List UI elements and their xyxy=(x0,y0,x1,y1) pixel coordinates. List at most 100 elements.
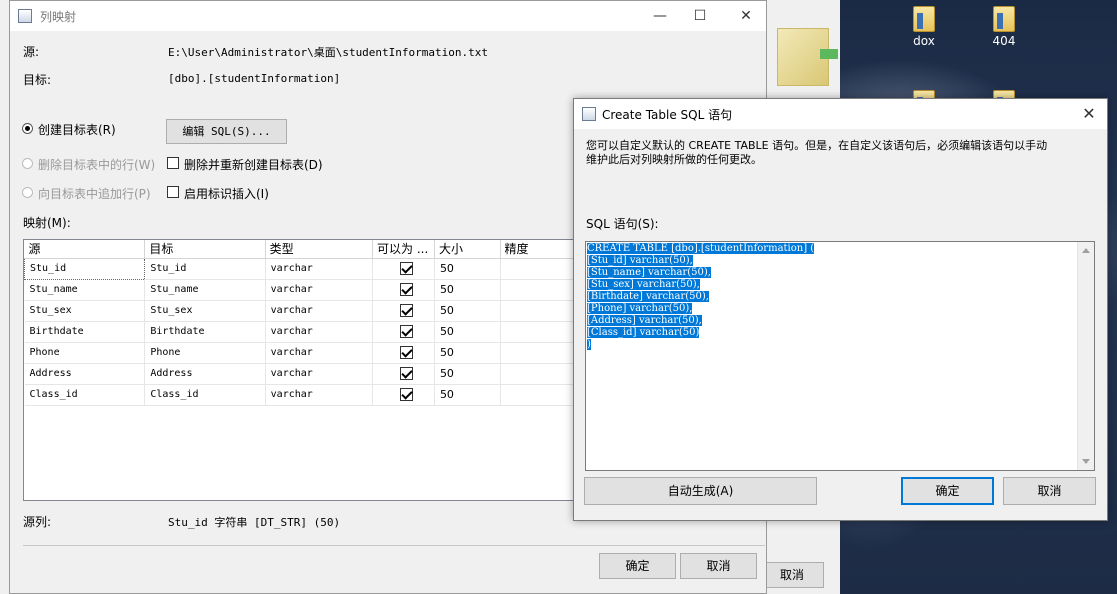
cell-source[interactable]: Birthdate xyxy=(24,321,146,343)
cell-size[interactable]: 50 xyxy=(434,300,501,322)
minimize-icon[interactable]: — xyxy=(638,1,682,31)
cell-precision[interactable] xyxy=(500,258,582,280)
table-row[interactable]: Stu_name Stu_name varchar 50 xyxy=(24,279,582,301)
column-header-type[interactable]: 类型 xyxy=(265,240,374,259)
radio-delete-rows[interactable] xyxy=(22,158,33,169)
scroll-up-icon[interactable] xyxy=(1082,248,1090,253)
cell-type[interactable]: varchar xyxy=(265,300,374,322)
nullable-checkbox[interactable] xyxy=(400,283,413,296)
cell-nullable[interactable] xyxy=(372,321,435,343)
cell-precision[interactable] xyxy=(500,363,582,385)
title-bar: Create Table SQL 语句 ✕ xyxy=(574,99,1107,129)
column-header-target[interactable]: 目标 xyxy=(144,240,266,259)
cell-size[interactable]: 50 xyxy=(434,363,501,385)
sql-text: CREATE TABLE [dbo].[studentInformation] … xyxy=(587,243,815,351)
folder-icon xyxy=(913,6,935,32)
cell-size[interactable]: 50 xyxy=(434,342,501,364)
cell-precision[interactable] xyxy=(500,279,582,301)
cell-target[interactable]: Address xyxy=(144,363,266,385)
ok-button[interactable]: 确定 xyxy=(599,553,676,579)
vertical-scrollbar[interactable] xyxy=(1077,242,1094,470)
cell-target[interactable]: Phone xyxy=(144,342,266,364)
cell-target[interactable]: Stu_id xyxy=(144,258,266,280)
table-row[interactable]: Stu_sex Stu_sex varchar 50 xyxy=(24,300,582,322)
cell-target[interactable]: Stu_name xyxy=(144,279,266,301)
cell-nullable[interactable] xyxy=(372,300,435,322)
sql-line: [Stu_sex] varchar(50), xyxy=(587,279,700,290)
maximize-icon[interactable]: ☐ xyxy=(678,1,722,31)
table-row[interactable]: Phone Phone varchar 50 xyxy=(24,342,582,364)
column-header-source[interactable]: 源 xyxy=(24,240,146,259)
cell-precision[interactable] xyxy=(500,342,582,364)
cell-target[interactable]: Class_id xyxy=(144,384,266,406)
background-cancel-button[interactable]: 取消 xyxy=(760,562,824,588)
table-row[interactable]: Address Address varchar 50 xyxy=(24,363,582,385)
mapping-grid[interactable]: 源 目标 类型 可以为 ... 大小 精度 Stu_id Stu_id varc… xyxy=(23,239,583,501)
desktop-icon-dox[interactable]: dox xyxy=(896,6,952,48)
close-icon[interactable]: ✕ xyxy=(724,1,768,31)
window-icon xyxy=(582,107,596,121)
source-column-label: 源列: xyxy=(23,515,52,529)
nullable-checkbox[interactable] xyxy=(400,388,413,401)
nullable-checkbox[interactable] xyxy=(400,367,413,380)
cell-target[interactable]: Birthdate xyxy=(144,321,266,343)
nullable-checkbox[interactable] xyxy=(400,325,413,338)
nullable-checkbox[interactable] xyxy=(400,304,413,317)
cell-nullable[interactable] xyxy=(372,279,435,301)
cell-source[interactable]: Class_id xyxy=(24,384,146,406)
table-row[interactable]: Birthdate Birthdate varchar 50 xyxy=(24,321,582,343)
radio-append-rows[interactable] xyxy=(22,187,33,198)
cell-nullable[interactable] xyxy=(372,363,435,385)
cell-type[interactable]: varchar xyxy=(265,258,374,280)
cell-size[interactable]: 50 xyxy=(434,384,501,406)
column-header-nullable[interactable]: 可以为 ... xyxy=(372,240,435,259)
cell-type[interactable]: varchar xyxy=(265,363,374,385)
sql-line: [Birthdate] varchar(50), xyxy=(587,291,709,302)
radio-delete-rows-label: 删除目标表中的行(W) xyxy=(38,158,156,172)
cell-target[interactable]: Stu_sex xyxy=(144,300,266,322)
cell-size[interactable]: 50 xyxy=(434,258,501,280)
nullable-checkbox[interactable] xyxy=(400,262,413,275)
window-icon xyxy=(18,9,32,23)
auto-generate-button[interactable]: 自动生成(A) xyxy=(584,477,817,505)
cell-source[interactable]: Phone xyxy=(24,342,146,364)
cell-nullable[interactable] xyxy=(372,258,435,280)
cell-type[interactable]: varchar xyxy=(265,321,374,343)
ok-button[interactable]: 确定 xyxy=(901,477,994,505)
title-bar: 列映射 — ☐ ✕ xyxy=(10,1,766,31)
divider xyxy=(23,545,765,546)
cell-nullable[interactable] xyxy=(372,342,435,364)
desktop-icon-404[interactable]: 404 xyxy=(976,6,1032,48)
cell-precision[interactable] xyxy=(500,384,582,406)
cancel-button[interactable]: 取消 xyxy=(1003,477,1096,505)
column-header-size[interactable]: 大小 xyxy=(434,240,501,259)
target-table: [dbo].[studentInformation] xyxy=(168,72,341,85)
drop-recreate-checkbox[interactable] xyxy=(167,157,179,169)
sql-textarea[interactable]: CREATE TABLE [dbo].[studentInformation] … xyxy=(585,241,1095,471)
cell-size[interactable]: 50 xyxy=(434,279,501,301)
cell-source[interactable]: Address xyxy=(24,363,146,385)
identity-insert-checkbox[interactable] xyxy=(167,186,179,198)
cell-source[interactable]: Stu_sex xyxy=(24,300,146,322)
wizard-image xyxy=(777,28,838,86)
table-row[interactable]: Stu_id Stu_id varchar 50 xyxy=(24,257,582,280)
table-row[interactable]: Class_id Class_id varchar 50 xyxy=(24,384,582,406)
cell-nullable[interactable] xyxy=(372,384,435,406)
cell-type[interactable]: varchar xyxy=(265,342,374,364)
cell-precision[interactable] xyxy=(500,321,582,343)
cell-source[interactable]: Stu_id xyxy=(24,257,146,280)
create-table-sql-dialog: Create Table SQL 语句 ✕ 您可以自定义默认的 CREATE T… xyxy=(573,98,1108,521)
cell-source[interactable]: Stu_name xyxy=(24,279,146,301)
cell-type[interactable]: varchar xyxy=(265,279,374,301)
edit-sql-button[interactable]: 编辑 SQL(S)... xyxy=(166,119,287,144)
cell-size[interactable]: 50 xyxy=(434,321,501,343)
nullable-checkbox[interactable] xyxy=(400,346,413,359)
source-column-value: Stu_id 字符串 [DT_STR] (50) xyxy=(168,516,341,529)
close-icon[interactable]: ✕ xyxy=(1067,99,1111,129)
radio-create-table[interactable] xyxy=(22,123,33,134)
column-header-precision[interactable]: 精度 xyxy=(500,240,582,259)
scroll-down-icon[interactable] xyxy=(1082,459,1090,464)
cell-precision[interactable] xyxy=(500,300,582,322)
cancel-button[interactable]: 取消 xyxy=(680,553,757,579)
cell-type[interactable]: varchar xyxy=(265,384,374,406)
